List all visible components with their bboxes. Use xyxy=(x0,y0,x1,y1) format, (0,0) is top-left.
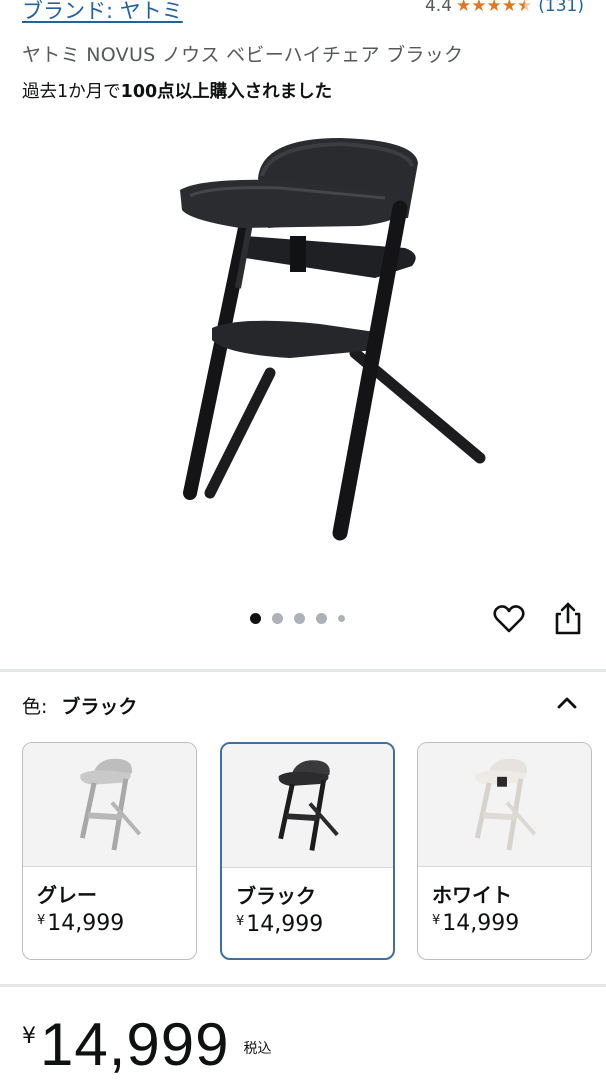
swatch-name: ブラック xyxy=(236,884,316,908)
brand-rating-row: ブランド: ヤトミ 4.4 ★ ★ ★ ★ ★ (131) xyxy=(0,0,606,30)
swatch-price: ¥14,999 xyxy=(236,912,323,937)
color-selector-header[interactable]: 色: ブラック xyxy=(22,690,582,720)
price-currency: ¥ xyxy=(22,1024,36,1049)
swatch-price: ¥14,999 xyxy=(37,911,124,936)
rating-value: 4.4 xyxy=(424,0,453,16)
swatch-name: グレー xyxy=(37,883,97,907)
swatch-thumbnail xyxy=(23,743,196,867)
swatch-price-value: 14,999 xyxy=(442,911,520,936)
pager-dot[interactable] xyxy=(272,613,283,624)
price-block: ¥ 14,999 税込 xyxy=(22,1010,272,1080)
yen-symbol: ¥ xyxy=(432,913,441,928)
pager-dot[interactable] xyxy=(338,615,345,622)
image-pager[interactable] xyxy=(250,613,345,624)
swatch-thumbnail xyxy=(222,744,393,868)
selected-color: ブラック xyxy=(61,695,138,718)
star-icon: ★ xyxy=(486,0,502,16)
half-star-icon: ★ xyxy=(517,0,532,15)
product-image[interactable] xyxy=(150,118,510,558)
section-divider xyxy=(0,669,606,672)
rating-count-link[interactable]: (131) xyxy=(538,0,584,16)
color-option-black[interactable]: ブラック ¥14,999 xyxy=(220,742,395,960)
swatch-price-value: 14,999 xyxy=(47,911,125,936)
swatch-thumbnail xyxy=(418,743,591,867)
share-icon[interactable] xyxy=(551,600,585,636)
bought-count: 100点以上購入されました xyxy=(120,82,333,102)
brand-link[interactable]: ブランド: ヤトミ xyxy=(22,0,183,25)
tax-note: 税込 xyxy=(243,1041,272,1057)
color-option-white[interactable]: ホワイト ¥14,999 xyxy=(417,742,592,960)
rating[interactable]: 4.4 ★ ★ ★ ★ ★ (131) xyxy=(425,0,584,16)
bought-prefix: 過去1か月で xyxy=(22,82,121,102)
yen-symbol: ¥ xyxy=(236,914,245,929)
star-icon: ★ xyxy=(456,0,472,16)
product-title: ヤトミ NOVUS ノウス ベビーハイチェア ブラック xyxy=(22,44,464,66)
bought-badge: 過去1か月で100点以上購入されました xyxy=(22,78,332,103)
pager-dot[interactable] xyxy=(294,613,305,624)
pager-dot[interactable] xyxy=(316,613,327,624)
color-option-grey[interactable]: グレー ¥14,999 xyxy=(22,742,197,960)
heart-icon[interactable] xyxy=(492,602,526,636)
star-icon: ★ xyxy=(501,0,518,16)
swatch-name: ホワイト xyxy=(432,883,512,907)
color-label: 色: xyxy=(22,695,48,718)
star-rating: ★ ★ ★ ★ ★ xyxy=(456,0,532,15)
price-amount: 14,999 xyxy=(40,1011,230,1078)
pager-dot[interactable] xyxy=(250,613,261,624)
star-icon: ★ xyxy=(471,0,487,16)
swatch-price: ¥14,999 xyxy=(432,911,519,936)
chevron-up-icon[interactable] xyxy=(554,690,580,716)
yen-symbol: ¥ xyxy=(37,913,46,928)
swatch-price-value: 14,999 xyxy=(246,912,324,937)
section-divider xyxy=(0,984,606,987)
